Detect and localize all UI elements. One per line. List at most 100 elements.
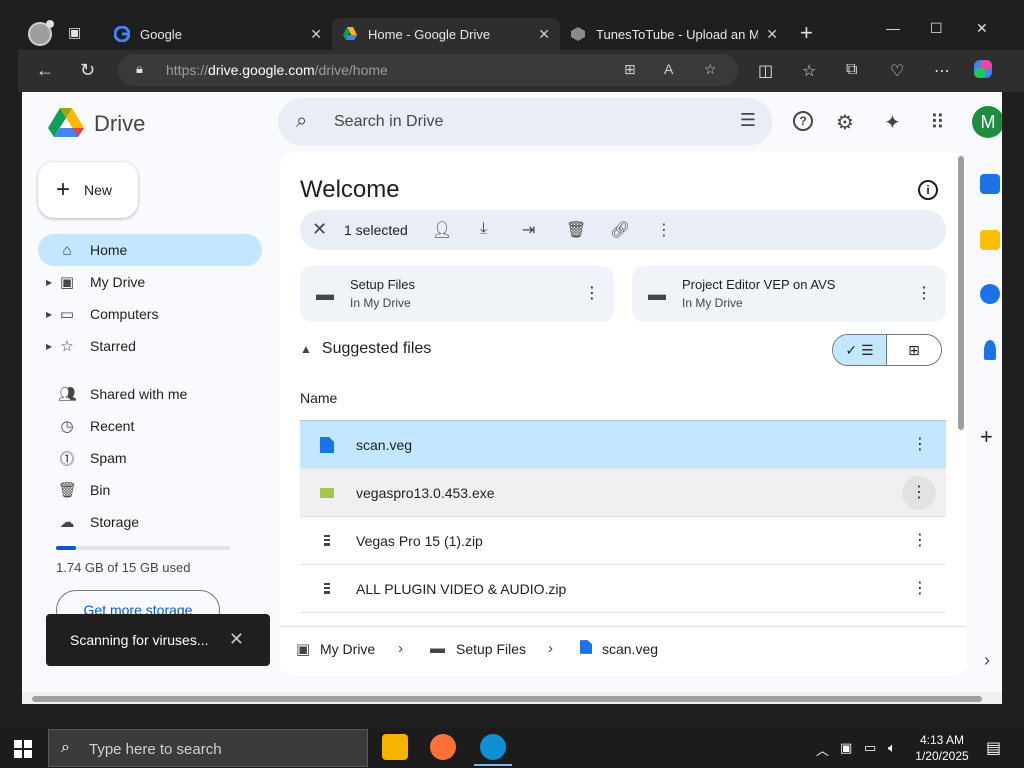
- file-explorer-icon[interactable]: [382, 734, 408, 760]
- expand-caret-icon[interactable]: ▶: [46, 310, 52, 319]
- close-icon[interactable]: ✕: [229, 629, 244, 650]
- copy-link-icon[interactable]: 🔗︎: [610, 220, 630, 240]
- lock-icon[interactable]: 🔒︎: [136, 61, 150, 77]
- expand-caret-icon[interactable]: ▶: [46, 342, 52, 351]
- notifications-icon[interactable]: ▤: [986, 738, 1001, 758]
- show-hidden-icons-icon[interactable]: ︿: [816, 740, 829, 759]
- add-addon-icon[interactable]: +: [980, 424, 993, 450]
- close-tab-icon[interactable]: ✕: [766, 26, 778, 43]
- grid-view-icon[interactable]: ⊞: [887, 335, 941, 365]
- trash-icon[interactable]: 🗑︎: [566, 220, 586, 240]
- browser-essentials-icon[interactable]: ♡: [890, 61, 904, 81]
- contacts-icon[interactable]: [984, 340, 996, 360]
- move-icon[interactable]: ⇥: [522, 220, 535, 240]
- file-more-icon[interactable]: ⋮: [910, 579, 930, 599]
- sidebar-item-spam[interactable]: ⓵ Spam: [38, 442, 262, 474]
- back-button[interactable]: ←: [36, 60, 54, 81]
- minimize-button[interactable]: —: [886, 20, 900, 36]
- monitor-icon[interactable]: ▭: [864, 740, 876, 756]
- breadcrumb-item[interactable]: Setup Files: [456, 641, 526, 657]
- sidebar-item-storage[interactable]: ☁ Storage: [38, 506, 262, 538]
- tab-google[interactable]: Google ✕: [104, 18, 332, 50]
- tab-tunestotube[interactable]: TunesToTube - Upload an MP3 ✕: [560, 18, 788, 50]
- sidebar-item-shared-with-me[interactable]: 👥︎ Shared with me: [38, 378, 262, 410]
- sidebar-item-starred[interactable]: ▶ ☆ Starred: [38, 330, 262, 362]
- file-row[interactable]: vegaspro13.0.453.exe ⋮: [300, 469, 946, 517]
- vertical-scrollbar[interactable]: [958, 156, 964, 430]
- new-button[interactable]: + New: [38, 162, 138, 218]
- sidebar-item-bin[interactable]: 🗑︎ Bin: [38, 474, 262, 506]
- collapse-chevron-icon[interactable]: ▲: [300, 342, 312, 356]
- more-menu-icon[interactable]: ⋯: [934, 61, 950, 81]
- edge-icon[interactable]: [474, 734, 512, 766]
- search-bar[interactable]: ⌕ Search in Drive ☰: [278, 98, 772, 146]
- breadcrumb-item[interactable]: scan.veg: [602, 641, 658, 657]
- search-options-icon[interactable]: ☰: [740, 110, 756, 131]
- favorite-star-icon[interactable]: ☆: [704, 61, 717, 78]
- folder-more-icon[interactable]: ⋮: [916, 283, 932, 303]
- suggested-files-header[interactable]: ▲ Suggested files: [300, 340, 431, 358]
- start-button[interactable]: [14, 740, 32, 758]
- sidebar-item-my-drive[interactable]: ▶ ▣ My Drive: [38, 266, 262, 298]
- settings-gear-icon[interactable]: ⚙: [836, 110, 854, 135]
- keep-icon[interactable]: [980, 230, 1000, 250]
- close-tab-icon[interactable]: ✕: [310, 26, 322, 43]
- split-screen-icon[interactable]: ◫: [758, 61, 773, 81]
- tasks-icon[interactable]: [980, 284, 1000, 304]
- sidebar-item-recent[interactable]: ◷ Recent: [38, 410, 262, 442]
- collections-icon[interactable]: ⧉: [846, 61, 857, 79]
- maximize-button[interactable]: ☐: [930, 20, 943, 37]
- copilot-icon[interactable]: [972, 58, 994, 85]
- apps-grid-icon[interactable]: ⠿: [930, 110, 945, 135]
- product-name: Drive: [94, 111, 146, 136]
- tab-google-drive[interactable]: Home - Google Drive ✕: [332, 18, 560, 50]
- scrollbar-thumb[interactable]: [32, 696, 982, 702]
- close-tab-icon[interactable]: ✕: [538, 26, 550, 43]
- share-add-person-icon[interactable]: 👤︎: [432, 220, 452, 240]
- help-icon[interactable]: ?: [792, 110, 814, 138]
- file-more-icon[interactable]: ⋮: [910, 435, 930, 455]
- firefox-icon[interactable]: [430, 734, 456, 760]
- suggested-folder[interactable]: ▬ Project Editor VEP on AVS In My Drive …: [632, 266, 946, 322]
- taskbar-search[interactable]: ⌕ Type here to search: [48, 729, 368, 767]
- favorites-icon[interactable]: ☆: [802, 61, 816, 81]
- app-available-icon[interactable]: ⊞: [624, 61, 636, 78]
- account-avatar[interactable]: M: [972, 106, 1002, 138]
- expand-caret-icon[interactable]: ▶: [46, 278, 52, 287]
- tab-actions-icon[interactable]: ▣: [68, 24, 86, 42]
- profile-avatar[interactable]: [28, 20, 54, 46]
- file-row[interactable]: scan.veg ⋮: [300, 421, 946, 469]
- download-icon[interactable]: ⤓: [480, 220, 487, 238]
- horizontal-scrollbar[interactable]: [22, 692, 1002, 704]
- sidebar-item-home[interactable]: ⌂ Home: [38, 234, 262, 266]
- folder-more-icon[interactable]: ⋮: [584, 283, 600, 303]
- system-clock[interactable]: 4:13 AM 1/20/2025: [912, 732, 972, 764]
- file-row[interactable]: Vegas Pro 15 (1).zip ⋮: [300, 517, 946, 565]
- taskbar-search-input[interactable]: Type here to search: [89, 741, 222, 758]
- info-icon[interactable]: i: [918, 180, 938, 200]
- more-actions-icon[interactable]: ⋮: [656, 220, 672, 240]
- file-row[interactable]: ALL PLUGIN VIDEO & AUDIO.zip ⋮: [300, 565, 946, 613]
- gemini-spark-icon[interactable]: ✦: [884, 110, 901, 135]
- search-icon[interactable]: ⌕: [296, 110, 307, 133]
- show-side-panel-icon[interactable]: ›: [984, 650, 990, 671]
- view-toggle[interactable]: ✓ ☰ ⊞: [832, 334, 942, 366]
- refresh-button[interactable]: ↻: [80, 60, 95, 81]
- file-more-icon[interactable]: ⋮: [902, 476, 936, 510]
- clear-selection-icon[interactable]: ✕: [312, 219, 327, 240]
- file-more-icon[interactable]: ⋮: [910, 531, 930, 551]
- calendar-icon[interactable]: [980, 174, 1000, 194]
- breadcrumb-item[interactable]: My Drive: [320, 641, 375, 657]
- search-input[interactable]: Search in Drive: [334, 113, 443, 131]
- close-window-button[interactable]: ✕: [976, 20, 988, 37]
- address-bar[interactable]: 🔒︎ https://drive.google.com/drive/home ⊞…: [118, 54, 738, 86]
- sidebar-item-computers[interactable]: ▶ ▭ Computers: [38, 298, 262, 330]
- read-aloud-icon[interactable]: A: [664, 61, 673, 77]
- network-icon[interactable]: ▣: [840, 740, 852, 756]
- new-tab-button[interactable]: +: [800, 20, 813, 46]
- list-view-icon[interactable]: ✓ ☰: [833, 335, 888, 365]
- column-header-name[interactable]: Name: [300, 390, 337, 406]
- suggested-folder[interactable]: ▬ Setup Files In My Drive ⋮: [300, 266, 614, 322]
- drive-logo-icon[interactable]: [48, 106, 84, 138]
- volume-muted-icon[interactable]: 🔈︎: [888, 740, 896, 756]
